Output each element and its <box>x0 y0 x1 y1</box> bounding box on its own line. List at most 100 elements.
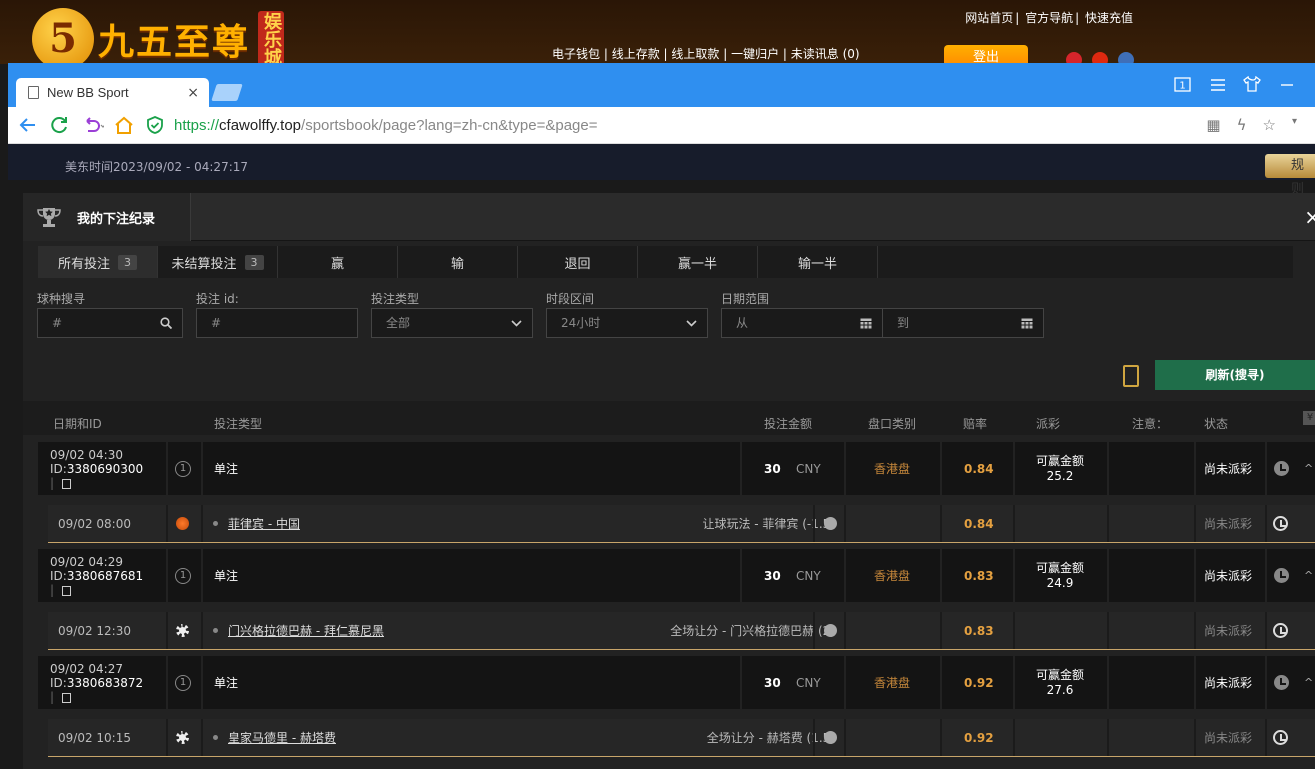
chevron-up-icon[interactable]: ^ <box>1304 442 1313 495</box>
date-from-input[interactable]: 从 <box>721 308 883 338</box>
tab-unsettled-bets[interactable]: 未结算投注 3 <box>158 246 278 278</box>
leg-date: 09/02 12:30 <box>58 623 131 638</box>
col-bet-type: 投注类型 <box>214 417 263 431</box>
panel-close-icon[interactable]: × <box>1304 205 1315 229</box>
live-stats-icon[interactable] <box>824 624 837 637</box>
leg-selection: 让球玩法 - 菲律宾 (-1.5) <box>702 517 835 531</box>
bet-payout: 可赢金额 27.6 <box>1036 667 1085 697</box>
live-stats-icon[interactable] <box>824 517 837 530</box>
tab-half-lost[interactable]: 输一半 <box>758 246 878 278</box>
tab-all-bets[interactable]: 所有投注 3 <box>38 246 158 278</box>
leg-selection: 全场让分 - 赫塔费 (1.5) <box>706 731 835 745</box>
skin-icon[interactable] <box>1243 76 1261 92</box>
qr-code-icon[interactable]: ▦ <box>1206 116 1220 134</box>
bet-status: 尚未派彩 <box>1204 462 1253 476</box>
chevron-up-icon[interactable]: ^ <box>1304 549 1313 602</box>
tab-number-icon[interactable]: 1 <box>1174 77 1192 93</box>
date-to-input[interactable]: 到 <box>882 308 1044 338</box>
bet-type-select[interactable]: 全部 <box>371 308 533 338</box>
sport-search-input[interactable]: # <box>37 308 183 338</box>
dropdown-icon[interactable]: ▾ <box>1292 116 1297 134</box>
bet-market: 香港盘 <box>874 676 911 690</box>
clipboard-icon[interactable] <box>1123 365 1139 387</box>
back-icon[interactable] <box>18 116 40 134</box>
leg-date: 09/02 10:15 <box>58 730 131 745</box>
secure-shield-icon[interactable] <box>146 116 164 134</box>
copy-icon[interactable] <box>62 585 72 596</box>
chevron-up-icon[interactable]: ^ <box>1304 656 1313 709</box>
match-link[interactable]: 皇家马德里 - 赫塔费 <box>228 729 336 746</box>
date-range-label: 日期范围 <box>721 292 770 306</box>
bet-stake: 30 <box>764 461 781 476</box>
period-label: 时段区间 <box>546 292 595 306</box>
url-input[interactable]: https://cfawolffy.top/sportsbook/page?la… <box>174 117 598 134</box>
clock-icon[interactable] <box>1273 730 1288 745</box>
minimize-icon[interactable] <box>1280 78 1294 92</box>
tab-half-won[interactable]: 赢一半 <box>638 246 758 278</box>
logo-emblem: 5 <box>32 8 94 70</box>
nav-official-link[interactable]: 官方导航 <box>1025 11 1073 25</box>
panel-title: 我的下注纪录 <box>77 211 156 227</box>
browser-tab[interactable]: New BB Sport × <box>16 78 209 107</box>
star-icon[interactable]: ☆ <box>1263 116 1276 134</box>
soccer-ball-icon <box>176 624 189 637</box>
home-icon[interactable] <box>114 116 136 134</box>
nav-home-link[interactable]: 网站首页 <box>965 11 1013 25</box>
tab-count-badge: 3 <box>118 254 137 270</box>
clock-icon[interactable] <box>1274 675 1289 690</box>
match-link[interactable]: 门兴格拉德巴赫 - 拜仁慕尼黑 <box>228 622 384 639</box>
clock-icon[interactable] <box>1274 568 1289 583</box>
match-link[interactable]: 菲律宾 - 中国 <box>228 515 300 532</box>
nav-withdraw-link[interactable]: 线上取款 <box>671 47 719 61</box>
page-icon <box>28 86 39 99</box>
tab-close-icon[interactable]: × <box>187 85 199 101</box>
bet-status: 尚未派彩 <box>1204 569 1253 583</box>
col-status: 状态 <box>1204 417 1229 431</box>
eastern-time-label: 美东时间2023/09/02 - 04:27:17 <box>65 160 249 174</box>
bet-currency: CNY <box>796 568 821 583</box>
new-tab-button[interactable] <box>211 84 243 101</box>
bet-filter-tabs: 所有投注 3 未结算投注 3 赢 输 退回 赢一半 输一半 <box>38 246 1293 278</box>
nav-deposit-link[interactable]: 线上存款 <box>612 47 660 61</box>
bet-odds: 0.83 <box>964 568 994 583</box>
nav-messages-link[interactable]: 未读讯息 (0) <box>791 47 860 61</box>
bet-odds: 0.92 <box>964 675 994 690</box>
clock-icon[interactable] <box>1274 461 1289 476</box>
copy-icon[interactable] <box>62 478 72 489</box>
bet-type: 单注 <box>214 569 239 583</box>
legs-count-icon: 1 <box>175 567 191 584</box>
nav-recharge-link[interactable]: 快速充值 <box>1085 11 1133 25</box>
chevron-down-icon <box>511 320 522 327</box>
period-select[interactable]: 24小时 <box>546 308 708 338</box>
menu-icon[interactable] <box>1210 78 1226 92</box>
nav-wallet-link[interactable]: 电子钱包 <box>552 47 600 61</box>
table-row[interactable]: 09/02 04:30 ID:3380690300 | 1 单注 30 CNY … <box>38 442 1315 495</box>
reload-icon[interactable] <box>50 116 72 134</box>
search-icon <box>160 317 172 329</box>
table-row[interactable]: 09/02 04:27 ID:3380683872 | 1 单注 30 CNY … <box>38 656 1315 709</box>
copy-icon[interactable] <box>62 692 72 703</box>
undo-icon[interactable] <box>82 116 104 134</box>
tab-won[interactable]: 赢 <box>278 246 398 278</box>
tab-refunded[interactable]: 退回 <box>518 246 638 278</box>
col-payout: 派彩 <box>1036 417 1061 431</box>
bet-id-input[interactable]: # <box>196 308 358 338</box>
lightning-icon[interactable]: ϟ <box>1237 116 1247 134</box>
bet-history-panel: 我的下注纪录 × 所有投注 3 未结算投注 3 赢 输 退回 赢一半 输一半 球种搜… <box>23 193 1315 769</box>
tab-lost[interactable]: 输 <box>398 246 518 278</box>
site-logo[interactable]: 5 九五至尊 娱乐城 <box>32 8 285 70</box>
sportsbook-page: 美东时间2023/09/02 - 04:27:17 规则 我的下注纪录 × 所有… <box>8 144 1315 769</box>
col-note: 注意： <box>1132 417 1169 431</box>
bet-type: 单注 <box>214 462 239 476</box>
logo-text: 九五至尊 <box>98 21 251 63</box>
refresh-search-button[interactable]: 刷新(搜寻) <box>1155 360 1315 390</box>
rules-button[interactable]: 规则 <box>1265 154 1315 197</box>
svg-text:1: 1 <box>1179 81 1185 92</box>
bet-stake: 30 <box>764 568 781 583</box>
live-stats-icon[interactable] <box>824 731 837 744</box>
collapse-all-icon[interactable]: ¥ <box>1303 411 1315 425</box>
table-row[interactable]: 09/02 04:29 ID:3380687681 | 1 单注 30 CNY … <box>38 549 1315 602</box>
clock-icon[interactable] <box>1273 623 1288 638</box>
nav-consolidate-link[interactable]: 一键归户 <box>731 47 779 61</box>
clock-icon[interactable] <box>1273 516 1288 531</box>
